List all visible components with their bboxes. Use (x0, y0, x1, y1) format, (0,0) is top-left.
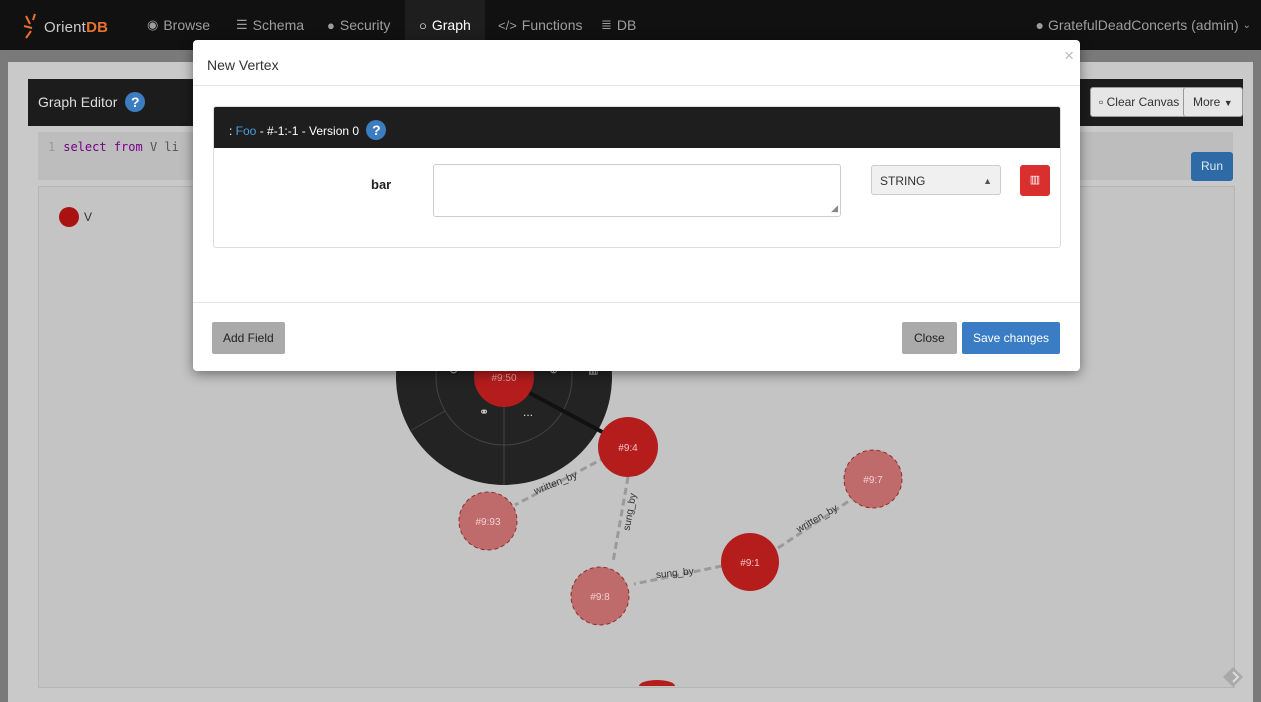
trash-icon: ▫ (1099, 95, 1104, 109)
orientdb-logo[interactable]: OrientDB (22, 12, 108, 42)
chevron-down-icon: ⌄ (1242, 19, 1251, 31)
graph-node[interactable]: #9:7 (843, 449, 903, 509)
field-type-select[interactable]: STRING ▲ (871, 165, 1001, 195)
link-icon[interactable]: ⚭ (479, 405, 489, 419)
database-icon: ≣ (601, 17, 612, 32)
new-vertex-modal: New Vertex × : Foo - #-1:-1 - Version 0 … (193, 40, 1080, 371)
user-name: GratefulDeadConcerts (admin) (1047, 17, 1239, 33)
graph-editor-title: Graph Editor ? (38, 92, 146, 112)
delete-field-button[interactable]: ▥ (1020, 165, 1050, 196)
node-label: #9:4 (618, 443, 638, 454)
help-icon[interactable]: ? (125, 92, 146, 112)
field-value-textarea[interactable]: ◢ (433, 164, 841, 217)
query-keyword: select (63, 140, 107, 154)
select-arrows-icon: ▲ (983, 176, 992, 186)
run-button[interactable]: Run (1191, 152, 1233, 181)
field-name-label: bar (371, 177, 392, 192)
query-keyword: from (113, 140, 143, 154)
close-icon[interactable]: × (1064, 46, 1074, 66)
node-label: #9:93 (475, 517, 500, 528)
edge-label: sung_by (622, 492, 639, 531)
clear-canvas-button[interactable]: ▫ Clear Canvas (1090, 87, 1189, 117)
node-label: #9:50 (491, 373, 516, 384)
user-icon: ● (327, 17, 335, 33)
graph-node[interactable]: #9:4 (598, 417, 658, 477)
user-icon: ● (1035, 17, 1044, 33)
node-label: #9:1 (740, 558, 760, 569)
circle-icon: ○ (419, 17, 427, 33)
edge-label: written_by (794, 503, 840, 536)
corner-badge-icon (1223, 667, 1243, 687)
class-link[interactable]: Foo (236, 124, 257, 138)
resize-grip-icon[interactable]: ◢ (831, 203, 838, 214)
close-button[interactable]: Close (902, 322, 957, 354)
trash-icon: ▥ (1029, 174, 1041, 186)
vertex-panel: : Foo - #-1:-1 - Version 0 ? bar ◢ STRIN… (213, 106, 1061, 248)
add-field-button[interactable]: Add Field (212, 322, 285, 354)
save-changes-button[interactable]: Save changes (962, 322, 1061, 354)
node-label: #9:8 (590, 592, 610, 603)
graph-node[interactable]: #9:1 (721, 533, 779, 591)
modal-footer: Add Field Close Save changes (193, 302, 1080, 372)
logo-text-db: DB (86, 18, 109, 36)
query-text: V li (149, 140, 179, 154)
code-icon: </> (498, 17, 517, 33)
logo-text: Orient (44, 18, 87, 36)
modal-header: New Vertex × (193, 40, 1080, 86)
caret-down-icon: ▼ (1223, 98, 1233, 108)
record-info: - #-1:-1 - Version 0 (256, 124, 360, 138)
modal-title: New Vertex (207, 57, 279, 73)
edge-label: sung_by (655, 566, 694, 581)
table-icon: ☰ (236, 17, 248, 32)
more-button[interactable]: More ▼ (1183, 87, 1243, 117)
orientdb-logo-icon (23, 13, 36, 39)
graph-node[interactable]: #9:93 (458, 491, 518, 551)
more-icon[interactable]: ... (523, 405, 533, 419)
graph-node-partial[interactable] (639, 680, 675, 686)
node-label: #9:7 (863, 475, 883, 486)
line-number: 1 (48, 140, 56, 154)
vertex-panel-header: : Foo - #-1:-1 - Version 0 ? (214, 107, 1060, 148)
help-icon[interactable]: ? (366, 120, 387, 140)
graph-node[interactable]: #9:8 (570, 566, 630, 626)
eye-icon: ◉ (147, 17, 159, 32)
